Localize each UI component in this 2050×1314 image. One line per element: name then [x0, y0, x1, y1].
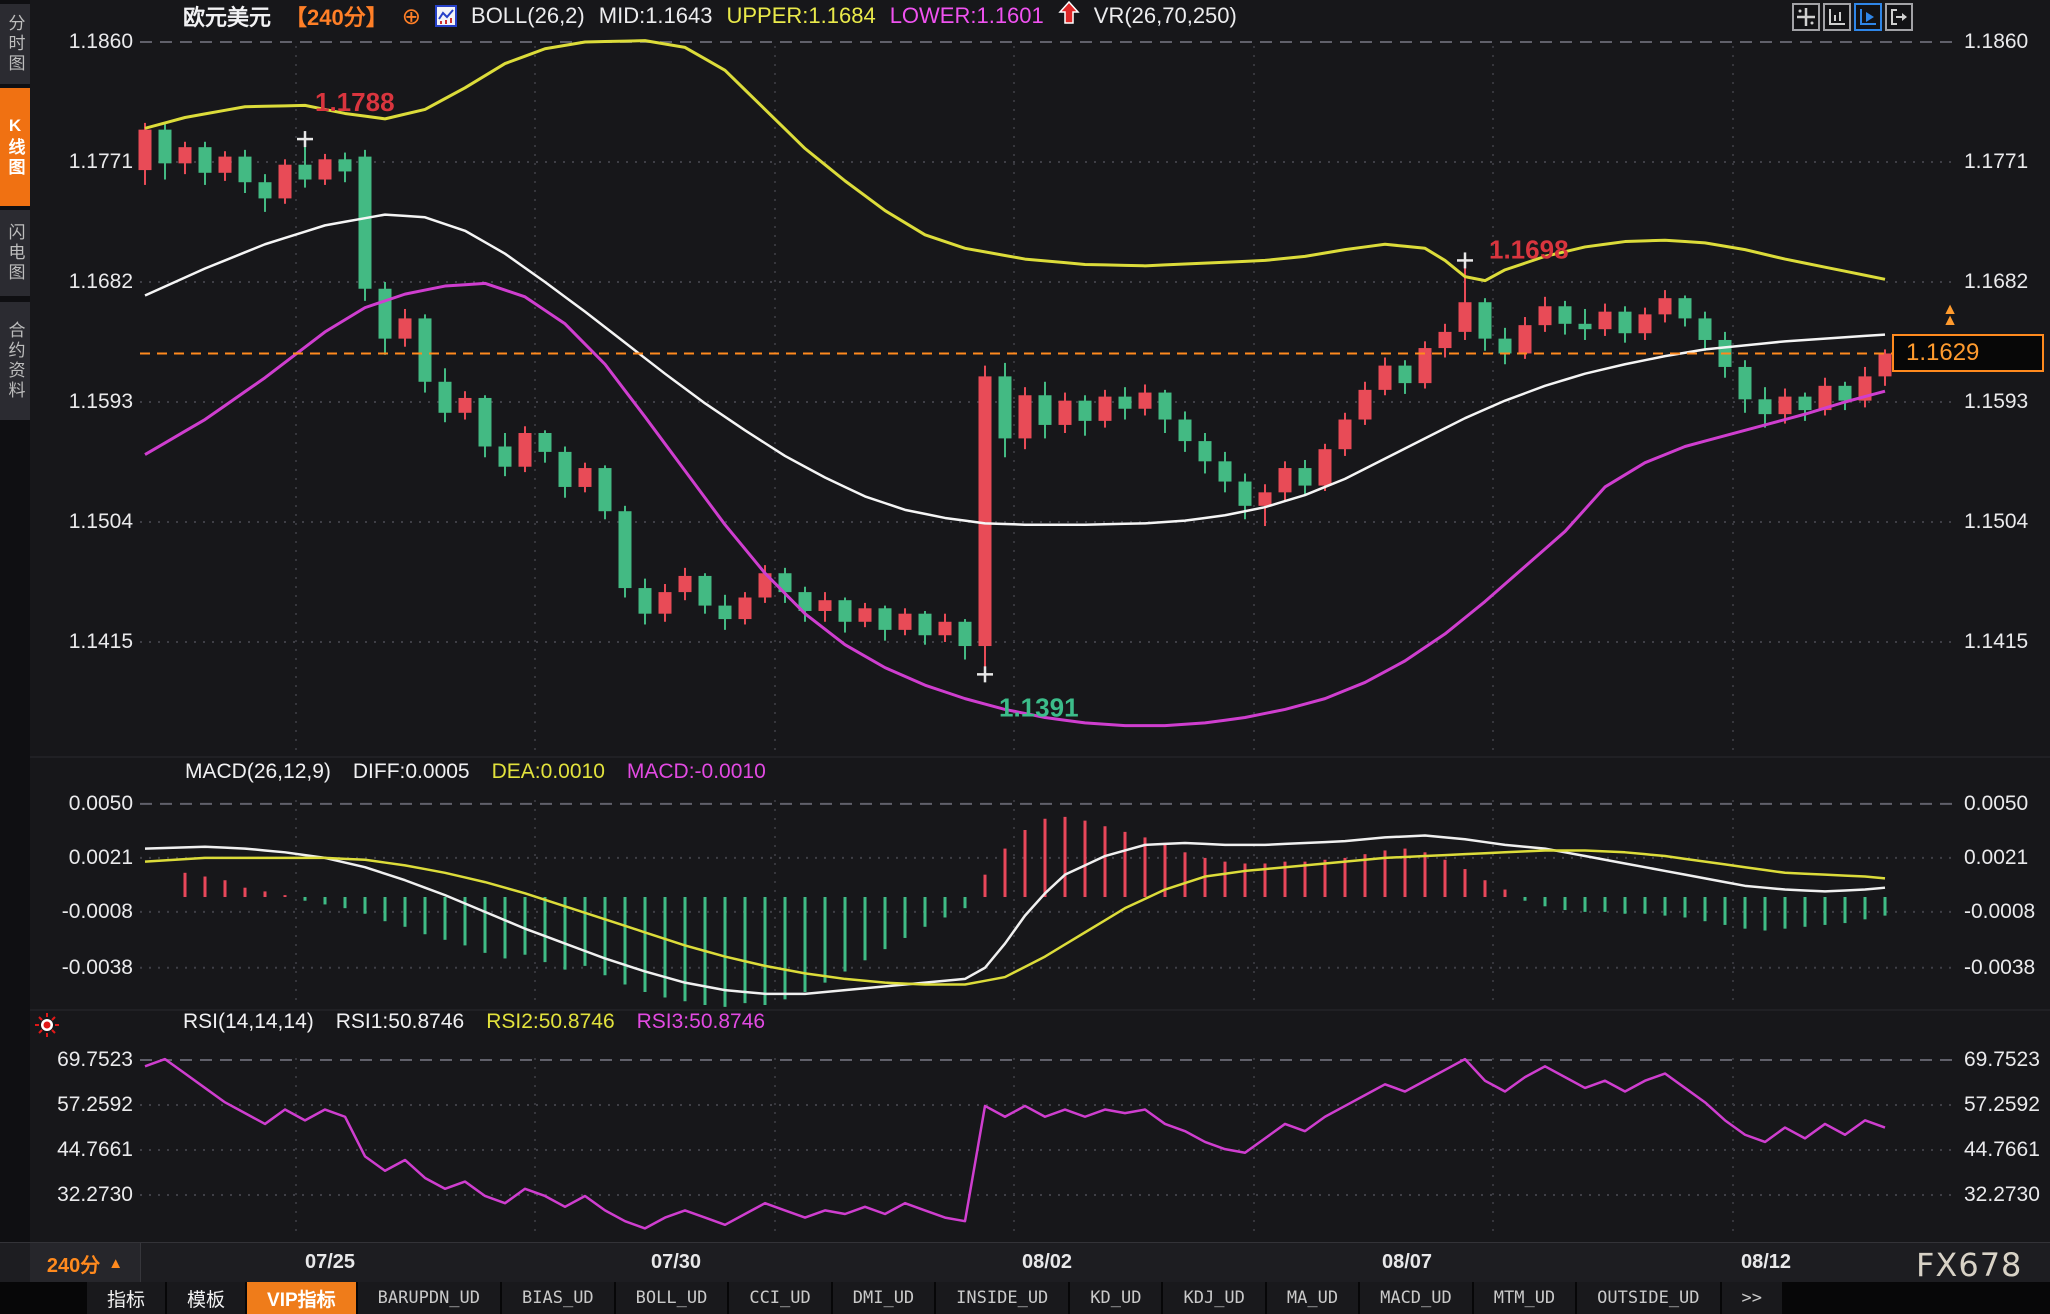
axis-label: -0.0038 [1964, 956, 2050, 980]
tab-bias-ud[interactable]: BIAS_UD [502, 1282, 614, 1314]
tab--[interactable]: 模板 [167, 1282, 245, 1314]
high-label-1: 1.1788 [315, 87, 395, 117]
axis-label: 1.1593 [28, 390, 133, 414]
axis-label: 1.1593 [1964, 390, 2050, 414]
axis-label: 57.2592 [28, 1093, 133, 1117]
rsi-title: RSI(14,14,14) [183, 1010, 314, 1034]
tab-cci-ud[interactable]: CCI_UD [729, 1282, 830, 1314]
axis-scale-icon[interactable] [1823, 3, 1851, 31]
high-label-2: 1.1698 [1489, 234, 1569, 264]
axis-label: 1.1860 [1964, 30, 2050, 54]
macd-value: MACD:-0.0010 [627, 760, 766, 784]
sidebar-item-2[interactable]: K线图 [0, 88, 30, 206]
boll-label: BOLL(26,2) [471, 3, 585, 29]
auto-play-icon[interactable] [1854, 3, 1882, 31]
axis-label: 0.0021 [28, 846, 133, 870]
tab-vip-[interactable]: VIP指标 [247, 1282, 356, 1314]
axis-label: 69.7523 [1964, 1048, 2050, 1072]
axis-label: 1.1504 [28, 510, 133, 534]
period-label[interactable]: 【240分】 [285, 0, 388, 32]
up-arrow-icon [1058, 1, 1080, 31]
time-axis: 240分▲ 07/25 07/30 08/02 08/07 08/12 [0, 1242, 2050, 1283]
date-label: 07/25 [285, 1251, 375, 1274]
tab-dmi-ud[interactable]: DMI_UD [833, 1282, 934, 1314]
axis-label: 0.0021 [1964, 846, 2050, 870]
macd-header: MACD(26,12,9) DIFF:0.0005 DEA:0.0010 MAC… [185, 760, 766, 784]
date-label: 08/02 [1002, 1251, 1092, 1274]
candle-chart-icon [435, 5, 457, 27]
tab-ma-ud[interactable]: MA_UD [1267, 1282, 1358, 1314]
rsi-header: RSI(14,14,14) RSI1:50.8746 RSI2:50.8746 … [183, 1010, 765, 1034]
period-selector[interactable]: 240分▲ [30, 1243, 141, 1283]
symbol-name: 欧元美元 [183, 0, 271, 32]
boll-upper-value: UPPER:1.1684 [726, 3, 875, 29]
crosshair-icon[interactable] [1792, 3, 1820, 31]
axis-label: 44.7661 [28, 1138, 133, 1162]
low-label: 1.1391 [999, 692, 1079, 722]
rsi1-value: RSI1:50.8746 [336, 1010, 464, 1034]
vr-label: VR(26,70,250) [1094, 3, 1237, 29]
axis-label: 1.1682 [28, 270, 133, 294]
rsi3-value: RSI3:50.8746 [637, 1010, 765, 1034]
chart-toolbar [1792, 3, 1913, 31]
axis-label: -0.0038 [28, 956, 133, 980]
date-label: 08/12 [1721, 1251, 1811, 1274]
tab-macd-ud[interactable]: MACD_UD [1360, 1282, 1472, 1314]
axis-label: 0.0050 [28, 792, 133, 816]
sidebar-item-4[interactable]: 合约资料 [0, 302, 30, 420]
tab-mtm-ud[interactable]: MTM_UD [1474, 1282, 1575, 1314]
axis-label: -0.0008 [28, 900, 133, 924]
sidebar-item-1[interactable]: 分时图 [0, 4, 30, 84]
alert-blink-icon[interactable] [34, 1012, 60, 1038]
add-indicator-icon[interactable]: ⊕ [402, 6, 421, 26]
axis-label: 1.1504 [1964, 510, 2050, 534]
axis-label: 1.1682 [1964, 270, 2050, 294]
axis-label: 32.2730 [28, 1183, 133, 1207]
axis-label: 1.1771 [28, 150, 133, 174]
tab-kd-ud[interactable]: KD_UD [1070, 1282, 1161, 1314]
macd-histogram [185, 817, 1885, 1007]
axis-label: 1.1860 [28, 30, 133, 54]
boll-lower-value: LOWER:1.1601 [890, 3, 1044, 29]
axis-label: 32.2730 [1964, 1183, 2050, 1207]
macd-dea-value: DEA:0.0010 [492, 760, 605, 784]
sidebar: 分时图 K线图闪电图合约资料 [0, 0, 30, 1314]
brand-watermark: FX678 [1916, 1246, 2022, 1284]
axis-label: 1.1771 [1964, 150, 2050, 174]
boll-mid-value: MID:1.1643 [599, 3, 713, 29]
date-label: 08/07 [1362, 1251, 1452, 1274]
tab-outside-ud[interactable]: OUTSIDE_UD [1577, 1282, 1719, 1314]
axis-label: 1.1415 [1964, 630, 2050, 654]
axis-label: 0.0050 [1964, 792, 2050, 816]
axis-label: 1.1415 [28, 630, 133, 654]
scroll-to-latest-icon[interactable]: ▲▲ [1938, 304, 1962, 332]
axis-label: 69.7523 [28, 1048, 133, 1072]
tab--[interactable]: 指标 [87, 1282, 165, 1314]
chevron-up-icon: ▲ [108, 1255, 123, 1272]
rsi2-value: RSI2:50.8746 [486, 1010, 614, 1034]
date-label: 07/30 [631, 1251, 721, 1274]
tab-barupdn-ud[interactable]: BARUPDN_UD [358, 1282, 500, 1314]
chart-header: 欧元美元 【240分】 ⊕ BOLL(26,2) MID:1.1643 UPPE… [183, 2, 1237, 30]
axis-label: 57.2592 [1964, 1093, 2050, 1117]
macd-title: MACD(26,12,9) [185, 760, 331, 784]
tab-inside-ud[interactable]: INSIDE_UD [936, 1282, 1068, 1314]
indicator-tabbar: 指标模板VIP指标BARUPDN_UDBIAS_UDBOLL_UDCCI_UDD… [0, 1282, 2050, 1314]
axis-label: 44.7661 [1964, 1138, 2050, 1162]
tabs-overflow-button[interactable]: >> [1722, 1282, 1782, 1314]
chart-canvas[interactable]: 1.1788 1.1698 1.1391 [0, 0, 2050, 1240]
sidebar-item-3[interactable]: 闪电图 [0, 210, 30, 296]
tab-boll-ud[interactable]: BOLL_UD [616, 1282, 728, 1314]
tab-kdj-ud[interactable]: KDJ_UD [1163, 1282, 1264, 1314]
last-price-badge: 1.1629 [1892, 334, 2044, 372]
exit-right-icon[interactable] [1885, 3, 1913, 31]
axis-label: -0.0008 [1964, 900, 2050, 924]
trading-terminal: 1.1788 1.1698 1.1391 分时图 K线图闪电图合约资料 欧元美元 【2… [0, 0, 2050, 1314]
macd-diff-value: DIFF:0.0005 [353, 760, 470, 784]
